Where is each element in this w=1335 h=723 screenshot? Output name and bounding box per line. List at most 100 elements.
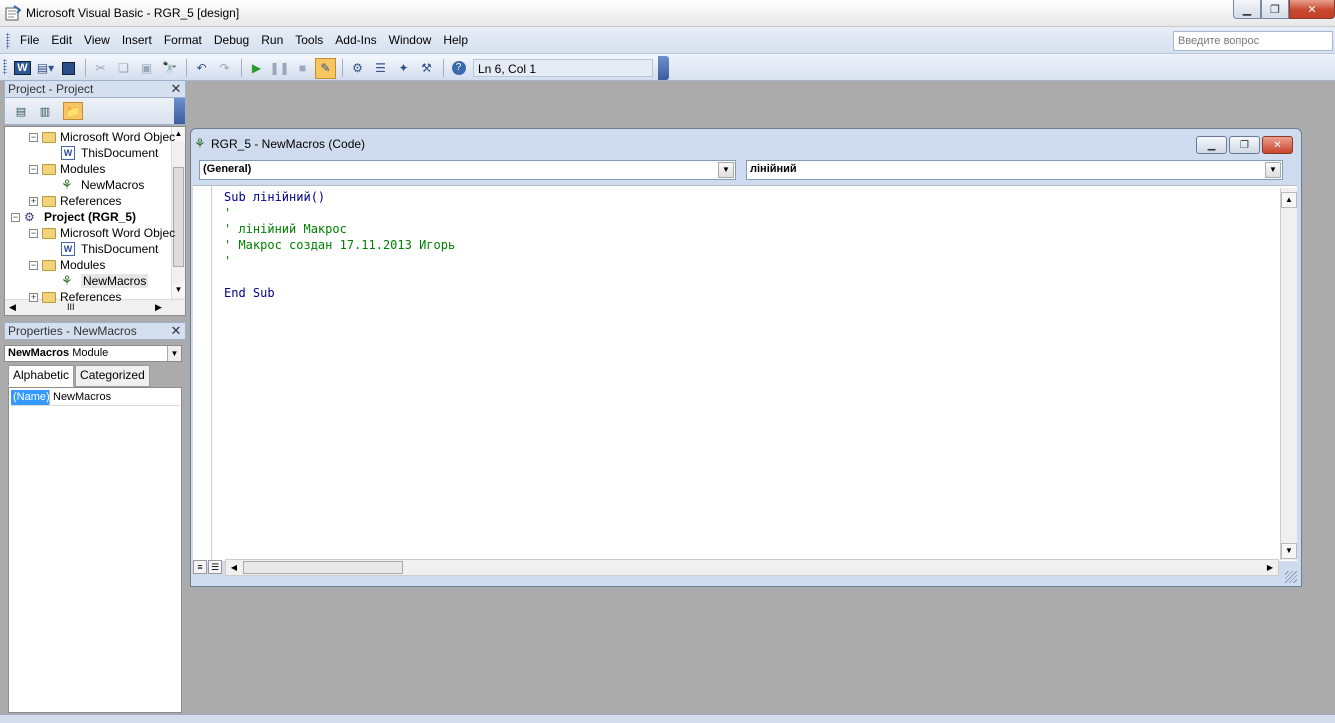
menu-tools[interactable]: Tools [289, 33, 329, 47]
code-close-button[interactable]: ✕ [1262, 136, 1293, 154]
expand-icon[interactable]: + [29, 196, 38, 206]
project-tree-vscroll[interactable]: ▲ ▼ [171, 127, 185, 299]
scroll-down-icon[interactable]: ▼ [172, 283, 185, 297]
view-code-icon[interactable]: ▤ [11, 102, 31, 120]
code-line[interactable]: ' Макрос создан 17.11.2013 Игорь [224, 237, 455, 253]
resize-grip-icon[interactable] [1285, 571, 1297, 583]
scroll-left-icon[interactable]: ◀ [9, 302, 16, 313]
maximize-button[interactable]: ❐ [1261, 0, 1289, 19]
expand-icon[interactable]: + [29, 292, 38, 302]
code-text[interactable]: Sub лінійний() ' ' лінійний Макрос ' Макрос… [224, 189, 455, 301]
code-restore-button[interactable]: ❐ [1229, 136, 1260, 154]
code-line[interactable]: ' [224, 205, 455, 221]
tree-item[interactable]: ⚘ NewMacros [61, 273, 149, 289]
menubar-grip[interactable] [6, 33, 10, 49]
project-tree-vscroll-thumb[interactable] [173, 167, 184, 267]
cut-icon[interactable]: ✂ [90, 58, 111, 79]
menu-window[interactable]: Window [383, 33, 438, 47]
scroll-up-icon[interactable]: ▲ [1281, 192, 1297, 208]
procedure-combo[interactable]: лінійний ▼ [746, 160, 1283, 180]
menu-addins[interactable]: Add-Ins [329, 33, 382, 47]
tree-item[interactable]: W ThisDocument [61, 241, 158, 257]
break-icon[interactable]: ❚❚ [269, 58, 290, 79]
menu-format[interactable]: Format [158, 33, 208, 47]
undo-icon[interactable]: ↶ [191, 58, 212, 79]
word-icon[interactable]: W [12, 58, 33, 79]
menu-edit[interactable]: Edit [45, 33, 78, 47]
code-minimize-button[interactable]: ▁ [1196, 136, 1227, 154]
menu-run[interactable]: Run [255, 33, 289, 47]
tree-item[interactable]: + References [29, 289, 121, 305]
code-line[interactable] [224, 269, 455, 285]
menu-view[interactable]: View [78, 33, 116, 47]
toolbox-icon[interactable]: ⚒ [416, 58, 437, 79]
code-line[interactable]: ' лінійний Макрос [224, 221, 455, 237]
scroll-right-icon[interactable]: ▶ [155, 302, 162, 313]
reset-icon[interactable]: ■ [292, 58, 313, 79]
code-window-titlebar[interactable]: ⚘ RGR_5 - NewMacros (Code) ▁ ❐ ✕ [191, 129, 1301, 157]
collapse-icon[interactable]: − [29, 132, 38, 142]
object-browser-icon[interactable]: ✦ [393, 58, 414, 79]
menu-help[interactable]: Help [437, 33, 474, 47]
procedure-view-icon[interactable]: ≡ [193, 560, 207, 574]
copy-icon[interactable]: ❏ [113, 58, 134, 79]
toolbar-options-button[interactable] [658, 56, 669, 80]
tree-item[interactable]: + References [29, 193, 121, 209]
toolbar-grip[interactable] [3, 59, 7, 75]
project-explorer-icon[interactable]: ⚙ [347, 58, 368, 79]
properties-pane-close-icon[interactable]: ✕ [169, 324, 183, 338]
code-line[interactable]: End Sub [224, 285, 455, 301]
scroll-down-icon[interactable]: ▼ [1281, 543, 1297, 559]
collapse-icon[interactable]: − [29, 228, 38, 238]
minimize-button[interactable]: ▁ [1233, 0, 1261, 19]
redo-icon[interactable]: ↷ [214, 58, 235, 79]
object-combo[interactable]: (General) ▼ [199, 160, 736, 180]
code-hscroll[interactable]: ◀ ▶ [225, 559, 1279, 576]
property-row[interactable]: (Name) NewMacros [11, 390, 179, 406]
properties-icon[interactable]: ☰ [370, 58, 391, 79]
tree-item-label: References [60, 194, 122, 208]
view-object-icon[interactable]: ▥ [35, 102, 55, 120]
insert-module-icon[interactable]: ▤▾ [35, 58, 56, 79]
design-mode-icon[interactable]: ✎ [315, 57, 336, 79]
tree-item[interactable]: W ThisDocument [61, 145, 158, 161]
collapse-icon[interactable]: − [29, 260, 38, 270]
collapse-icon[interactable]: − [29, 164, 38, 174]
project-toolbar-options[interactable] [174, 98, 185, 124]
project-pane-close-icon[interactable]: ✕ [169, 82, 183, 96]
paste-icon[interactable]: ▣ [136, 58, 157, 79]
tree-item[interactable]: − ⚙ Project (RGR_5) [11, 209, 136, 225]
tree-item[interactable]: − Microsoft Word Objec [29, 225, 175, 241]
run-icon[interactable]: ▶ [246, 58, 267, 79]
toggle-folders-icon[interactable]: 📁 [63, 102, 83, 120]
menu-insert[interactable]: Insert [116, 33, 158, 47]
chevron-down-icon[interactable]: ▼ [718, 162, 734, 178]
tree-item[interactable]: ⚘ NewMacros [61, 177, 144, 193]
close-button[interactable]: ✕ [1289, 0, 1335, 19]
tab-categorized[interactable]: Categorized [75, 365, 150, 387]
object-selector[interactable]: NewMacros Module ▼ [4, 345, 182, 362]
tree-item[interactable]: − Modules [29, 161, 105, 177]
code-hscroll-thumb[interactable] [243, 561, 403, 574]
scroll-right-icon[interactable]: ▶ [1262, 560, 1278, 575]
save-icon[interactable] [58, 58, 79, 79]
scroll-left-icon[interactable]: ◀ [226, 560, 242, 575]
ask-question-input[interactable]: Введите вопрос [1173, 31, 1333, 51]
property-value[interactable]: NewMacros [49, 390, 114, 405]
find-icon[interactable]: 🔭 [159, 58, 180, 79]
code-line[interactable]: ' [224, 253, 455, 269]
tree-item[interactable]: − Modules [29, 257, 105, 273]
margin-indicator-bar[interactable] [193, 186, 212, 562]
menu-debug[interactable]: Debug [208, 33, 255, 47]
code-vscroll[interactable]: ▲ ▼ [1280, 188, 1297, 560]
collapse-icon[interactable]: − [11, 212, 20, 222]
full-module-view-icon[interactable]: ☰ [208, 560, 222, 574]
help-icon[interactable]: ? [448, 58, 469, 79]
tree-item[interactable]: − Microsoft Word Objec [29, 129, 175, 145]
menu-file[interactable]: File [14, 33, 45, 47]
tab-alphabetic[interactable]: Alphabetic [8, 365, 75, 387]
code-line[interactable]: Sub лінійний() [224, 189, 455, 205]
code-editor[interactable]: Sub лінійний() ' ' лінійний Макрос ' Макрос… [193, 185, 1297, 562]
chevron-down-icon[interactable]: ▼ [167, 346, 181, 361]
chevron-down-icon[interactable]: ▼ [1265, 162, 1281, 178]
